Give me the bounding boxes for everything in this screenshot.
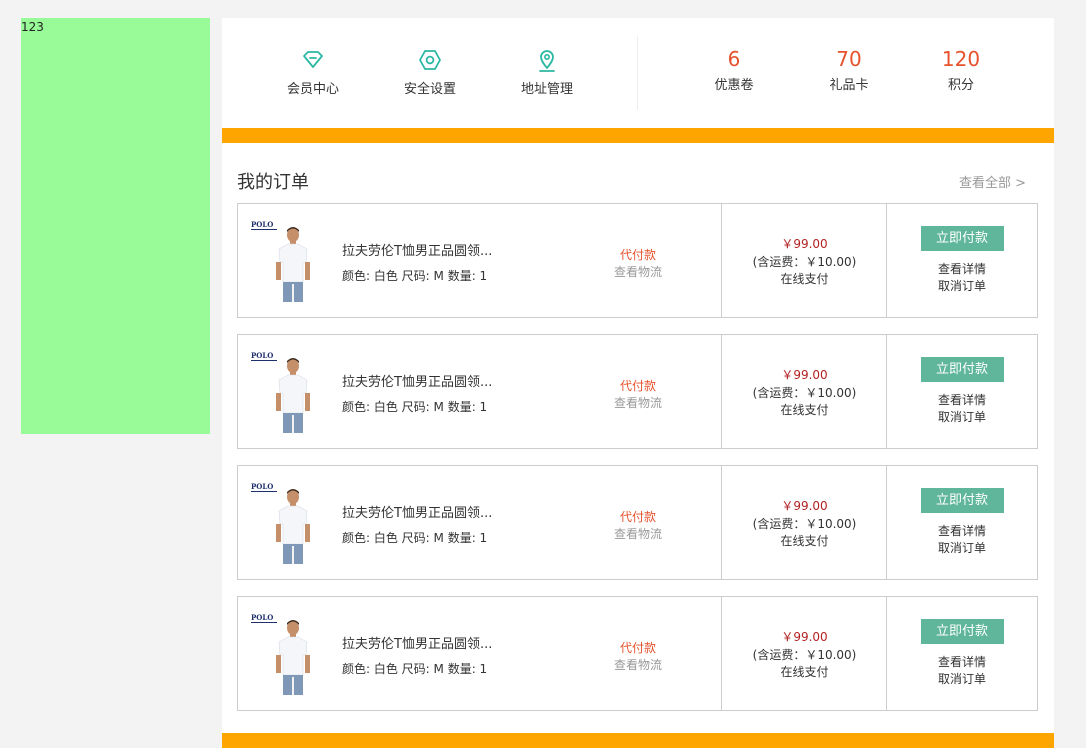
order-card: POLO 拉夫劳伦T恤男正品圆领... 颜色: 白色 尺码: M 数量: 1 代…: [237, 596, 1038, 711]
order-card: POLO 拉夫劳伦T恤男正品圆领... 颜色: 白色 尺码: M 数量: 1 代…: [237, 203, 1038, 318]
order-status-text: 代付款: [619, 248, 656, 262]
order-status: 代付款 查看物流: [598, 640, 678, 674]
order-card: POLO 拉夫劳伦T恤男正品圆领... 颜色: 白色 尺码: M 数量: 1 代…: [237, 334, 1038, 449]
order-status: 代付款 查看物流: [598, 378, 678, 412]
side-panel: 123: [21, 18, 210, 434]
cancel-order-link[interactable]: 取消订单: [887, 409, 1037, 426]
order-actions-column: 立即付款 查看详情 取消订单: [886, 597, 1037, 710]
order-payment-method: 在线支付: [780, 534, 829, 548]
product-image[interactable]: POLO: [248, 349, 318, 437]
order-payment-method: 在线支付: [780, 272, 829, 286]
product-name-link[interactable]: 拉夫劳伦T恤男正品圆领...: [342, 502, 492, 521]
order-actions-column: 立即付款 查看详情 取消订单: [886, 204, 1037, 317]
product-attributes: 颜色: 白色 尺码: M 数量: 1: [342, 662, 488, 676]
gift-card-count: 70: [836, 47, 862, 71]
member-center-label: 会员中心: [286, 82, 339, 97]
brand-logo-text: POLO: [251, 220, 273, 229]
product-image[interactable]: POLO: [248, 218, 318, 306]
pay-now-button[interactable]: 立即付款: [920, 619, 1004, 644]
product-attributes: 颜色: 白色 尺码: M 数量: 1: [342, 269, 488, 283]
product-attributes: 颜色: 白色 尺码: M 数量: 1: [342, 400, 488, 414]
account-main: 会员中心 安全设置 地址管理 6 优惠卷 70 礼品卡 120 积分 我的订单 …: [222, 18, 1054, 748]
product-name-link[interactable]: 拉夫劳伦T恤男正品圆领...: [342, 633, 492, 652]
order-status-text: 代付款: [619, 641, 656, 655]
order-price: ￥99.00: [781, 630, 828, 644]
order-actions-column: 立即付款 查看详情 取消订单: [886, 335, 1037, 448]
gift-card-stat[interactable]: 70 礼品卡: [809, 46, 889, 93]
member-center-link[interactable]: 会员中心: [273, 48, 353, 97]
security-settings-link[interactable]: 安全设置: [390, 48, 470, 97]
security-settings-label: 安全设置: [403, 82, 456, 97]
pay-now-button[interactable]: 立即付款: [920, 488, 1004, 513]
orange-band-top: [222, 128, 1054, 143]
order-shipping-fee: (含运费：￥10.00): [752, 648, 857, 662]
coupon-count: 6: [727, 47, 741, 71]
orange-band-bottom: [222, 733, 1054, 748]
points-stat[interactable]: 120 积分: [921, 46, 1001, 93]
pay-now-button[interactable]: 立即付款: [920, 226, 1004, 251]
order-price-column: ￥99.00 (含运费：￥10.00) 在线支付: [721, 335, 887, 448]
location-pin-icon: [535, 48, 559, 72]
points-count: 120: [941, 47, 981, 71]
shield-icon: [418, 48, 442, 72]
order-payment-method: 在线支付: [780, 665, 829, 679]
cancel-order-link[interactable]: 取消订单: [887, 671, 1037, 688]
coupon-stat[interactable]: 6 优惠卷: [694, 46, 774, 93]
brand-logo-text: POLO: [251, 613, 273, 622]
order-status: 代付款 查看物流: [598, 247, 678, 281]
order-shipping-fee: (含运费：￥10.00): [752, 517, 857, 531]
gem-icon: [301, 48, 325, 72]
product-attributes: 颜色: 白色 尺码: M 数量: 1: [342, 531, 488, 545]
cancel-order-link[interactable]: 取消订单: [887, 540, 1037, 557]
order-status-text: 代付款: [619, 379, 656, 393]
order-price: ￥99.00: [781, 499, 828, 513]
view-logistics-link[interactable]: 查看物流: [598, 526, 678, 543]
side-panel-text: 123: [21, 20, 44, 34]
orders-section-title: 我的订单: [237, 172, 309, 193]
view-details-link[interactable]: 查看详情: [887, 392, 1037, 409]
address-management-link[interactable]: 地址管理: [507, 48, 587, 97]
order-actions-column: 立即付款 查看详情 取消订单: [886, 466, 1037, 579]
view-details-link[interactable]: 查看详情: [887, 523, 1037, 540]
order-payment-method: 在线支付: [780, 403, 829, 417]
cancel-order-link[interactable]: 取消订单: [887, 278, 1037, 295]
order-card: POLO 拉夫劳伦T恤男正品圆领... 颜色: 白色 尺码: M 数量: 1 代…: [237, 465, 1038, 580]
points-label: 积分: [947, 78, 974, 93]
order-price: ￥99.00: [781, 368, 828, 382]
brand-logo-text: POLO: [251, 482, 273, 491]
view-all-orders-link[interactable]: 查看全部 >: [959, 172, 1026, 191]
view-logistics-link[interactable]: 查看物流: [598, 264, 678, 281]
account-top-bar: 会员中心 安全设置 地址管理 6 优惠卷 70 礼品卡 120 积分: [222, 18, 1054, 128]
order-price-column: ￥99.00 (含运费：￥10.00) 在线支付: [721, 204, 887, 317]
order-price-column: ￥99.00 (含运费：￥10.00) 在线支付: [721, 597, 887, 710]
product-image[interactable]: POLO: [248, 611, 318, 699]
gift-card-label: 礼品卡: [829, 78, 869, 93]
product-name-link[interactable]: 拉夫劳伦T恤男正品圆领...: [342, 371, 492, 390]
order-shipping-fee: (含运费：￥10.00): [752, 255, 857, 269]
product-name-link[interactable]: 拉夫劳伦T恤男正品圆领...: [342, 240, 492, 259]
pay-now-button[interactable]: 立即付款: [920, 357, 1004, 382]
brand-logo-text: POLO: [251, 351, 273, 360]
top-bar-divider: [637, 36, 638, 110]
view-logistics-link[interactable]: 查看物流: [598, 395, 678, 412]
order-price-column: ￥99.00 (含运费：￥10.00) 在线支付: [721, 466, 887, 579]
view-details-link[interactable]: 查看详情: [887, 654, 1037, 671]
view-logistics-link[interactable]: 查看物流: [598, 657, 678, 674]
product-image[interactable]: POLO: [248, 480, 318, 568]
view-details-link[interactable]: 查看详情: [887, 261, 1037, 278]
order-shipping-fee: (含运费：￥10.00): [752, 386, 857, 400]
order-status: 代付款 查看物流: [598, 509, 678, 543]
order-status-text: 代付款: [619, 510, 656, 524]
coupon-label: 优惠卷: [714, 78, 754, 93]
order-price: ￥99.00: [781, 237, 828, 251]
address-management-label: 地址管理: [520, 82, 573, 97]
